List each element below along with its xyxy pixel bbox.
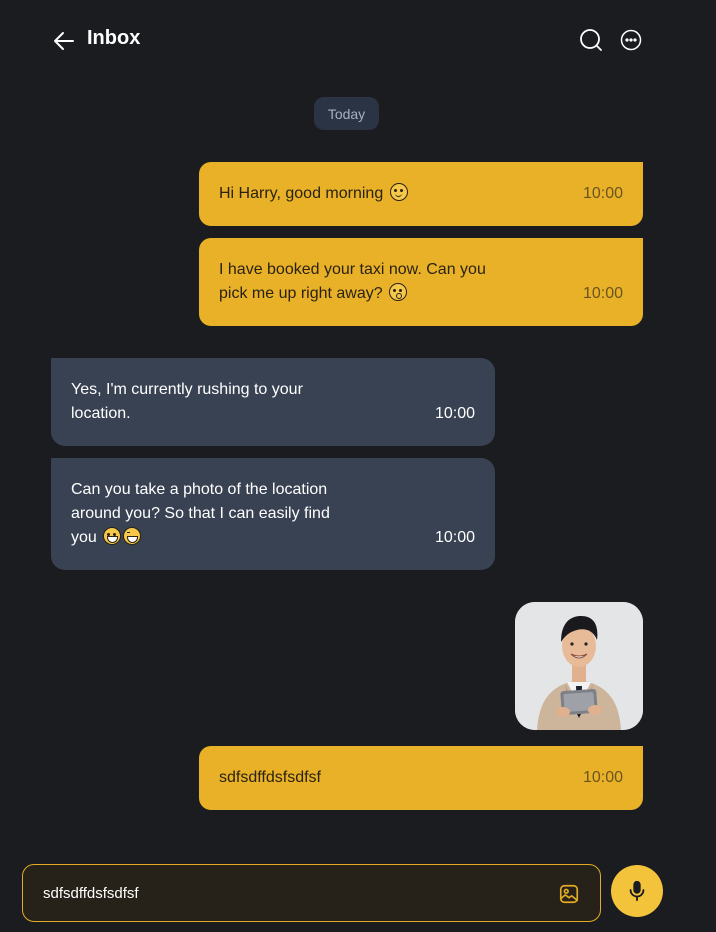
app-header: Inbox bbox=[0, 0, 716, 80]
microphone-icon bbox=[629, 880, 645, 902]
message-image[interactable] bbox=[515, 602, 643, 730]
message-text: sdfsdffdsfsdfsf bbox=[219, 769, 321, 786]
page-title: Inbox bbox=[87, 27, 141, 49]
message-composer bbox=[22, 864, 601, 922]
laughing-emoji-icon bbox=[123, 527, 142, 545]
image-icon bbox=[559, 884, 579, 904]
message-time: 10:00 bbox=[582, 285, 623, 302]
message-text: Yes, I'm currently rushing to your locat… bbox=[71, 381, 303, 422]
surprised-emoji-icon bbox=[389, 283, 408, 301]
message-bubble-sent[interactable]: I have booked your taxi now. Can you pic… bbox=[199, 238, 643, 326]
photo-of-man-holding-tablet bbox=[515, 602, 643, 730]
arrow-left-icon bbox=[54, 32, 74, 50]
more-options-button[interactable] bbox=[619, 28, 643, 52]
message-time: 10:00 bbox=[582, 769, 623, 786]
message-time: 10:00 bbox=[434, 529, 475, 546]
grin-emoji-icon bbox=[103, 527, 122, 545]
back-button[interactable] bbox=[52, 29, 76, 53]
message-time: 10:00 bbox=[582, 185, 623, 202]
message-time: 10:00 bbox=[434, 405, 475, 422]
search-button[interactable] bbox=[579, 28, 603, 52]
message-text: Hi Harry, good morning bbox=[219, 182, 408, 206]
microphone-button[interactable] bbox=[611, 865, 663, 917]
message-bubble-received[interactable]: Yes, I'm currently rushing to your locat… bbox=[51, 358, 495, 446]
message-text: I have booked your taxi now. Can you pic… bbox=[219, 261, 486, 302]
message-bubble-sent[interactable]: Hi Harry, good morning 10:00 bbox=[199, 162, 643, 226]
more-horizontal-icon bbox=[620, 29, 642, 51]
message-text: Can you take a photo of the location aro… bbox=[71, 481, 330, 546]
search-icon bbox=[580, 29, 602, 51]
message-bubble-sent[interactable]: sdfsdffdsfsdfsf 10:00 bbox=[199, 746, 643, 810]
date-separator: Today bbox=[314, 97, 379, 130]
attach-image-button[interactable] bbox=[558, 883, 580, 905]
message-input[interactable] bbox=[43, 881, 543, 905]
smile-emoji-icon bbox=[389, 183, 408, 201]
message-bubble-received[interactable]: Can you take a photo of the location aro… bbox=[51, 458, 495, 570]
